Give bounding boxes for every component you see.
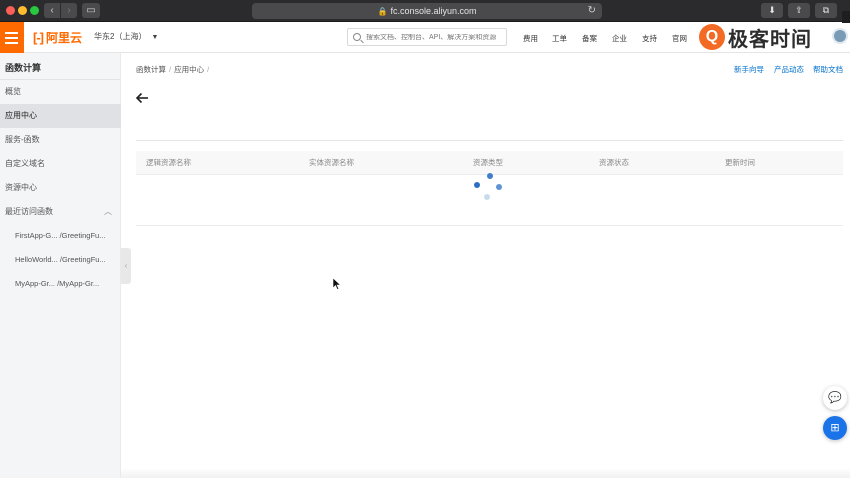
link-getting-started[interactable]: 新手向导 [734,64,764,75]
geektime-watermark: Q 极客时间 [699,23,812,51]
sidebar-icon: ▭ [86,5,96,16]
sidebar: 函数计算 概览 应用中心 服务-函数 自定义域名 资源中心 最近访问函数 ︿ F… [0,53,121,478]
grid-icon: ⊞ [830,422,840,434]
breadcrumb-separator: / [207,65,210,74]
nav-official-site[interactable]: 官网 [672,33,687,44]
nav-fees[interactable]: 费用 [523,33,538,44]
sidebar-recent-item[interactable]: HelloWorld... /GreetingFu... [0,248,121,272]
loading-spinner [474,172,504,202]
search-icon [353,33,361,41]
spinner-dot [484,194,490,200]
sidebar-item-custom-domains[interactable]: 自定义域名 [0,152,121,176]
breadcrumb-item[interactable]: 函数计算 [136,65,166,74]
chevron-up-icon: ︿ [104,207,112,216]
hamburger-icon-line [5,37,18,39]
region-label: 华东2（上海） [94,32,147,41]
close-window-button[interactable] [6,6,15,15]
sidebar-item-services-functions[interactable]: 服务-函数 [0,128,121,152]
nav-support[interactable]: 支持 [642,33,657,44]
chevron-right-icon: › [67,5,71,16]
caret-down-icon: ▼ [151,34,159,41]
url-text: fc.console.aliyun.com [390,6,477,16]
link-product-updates[interactable]: 产品动态 [774,64,804,75]
chevron-left-icon: ‹ [124,261,128,270]
share-icon: ⇪ [795,5,803,15]
sidebar-recent-item[interactable]: MyApp-Gr... /MyApp-Gr... [0,272,121,296]
recent-group-label: 最近访问函数 [5,207,53,216]
watermark-logo-icon: Q [699,24,725,50]
lock-icon: 🔒 [377,7,388,16]
download-icon: ⬇ [768,5,776,15]
aliyun-logo[interactable]: [-] 阿里云 [33,29,82,46]
browser-chrome: ‹ › ▭ 🔒 fc.console.aliyun.com ↻ ⬇ ⇪ ⧉ [0,0,850,22]
sidebar-collapse-handle[interactable]: ‹ [121,248,131,284]
spinner-dot [487,173,493,179]
address-bar[interactable]: 🔒 fc.console.aliyun.com ↻ [252,3,602,19]
nav-enterprise[interactable]: 企业 [612,33,627,44]
avatar[interactable] [832,28,848,44]
maximize-window-button[interactable] [30,6,39,15]
nav-tickets[interactable]: 工单 [552,33,567,44]
column-resource-status: 资源状态 [599,158,629,167]
sidebar-recent-item[interactable]: FirstApp-G... /GreetingFu... [0,224,121,248]
region-selector[interactable]: 华东2（上海） ▼ [94,31,158,42]
search-input[interactable] [366,33,506,41]
breadcrumb-item[interactable]: 应用中心 [174,65,204,74]
breadcrumb-separator: / [169,65,172,74]
link-help-docs[interactable]: 帮助文档 [813,64,843,75]
tabs-overview-button[interactable]: ⧉ [815,3,837,18]
apps-grid-button[interactable]: ⊞ [823,416,847,440]
table-bottom-divider [136,225,843,226]
back-arrow-icon[interactable] [135,91,149,105]
hamburger-icon-line [5,42,18,44]
chevron-left-icon: ‹ [50,5,54,16]
section-divider [136,140,843,141]
sidebar-item-resource-center[interactable]: 资源中心 [0,176,121,200]
breadcrumb: 函数计算 / 应用中心 / [136,64,212,75]
browser-forward-button[interactable]: › [61,3,77,18]
downloads-button[interactable]: ⬇ [761,3,783,18]
search-box[interactable] [347,28,507,46]
column-logical-resource-name: 逻辑资源名称 [146,158,191,167]
console-topbar: [-] 阿里云 华东2（上海） ▼ 费用 工单 备案 企业 支持 官网 Q 极客时… [0,22,850,53]
spinner-dot [496,184,502,190]
tabs-icon: ⧉ [822,5,830,15]
logo-mark: [-] [33,30,44,45]
sidebar-group-recent[interactable]: 最近访问函数 ︿ [0,200,121,224]
chat-icon: 💬 [828,392,842,404]
edge-block [842,11,850,23]
hamburger-icon [5,32,18,34]
sidebar-title: 函数计算 [5,63,42,73]
mouse-pointer-icon [333,278,341,290]
feedback-chat-button[interactable]: 💬 [823,386,847,410]
menu-button[interactable] [0,22,24,53]
minimize-window-button[interactable] [18,6,27,15]
sidebar-item-app-center[interactable]: 应用中心 [0,104,121,128]
reload-icon[interactable]: ↻ [588,3,596,19]
watermark-text: 极客时间 [728,28,812,51]
sidebar-toggle-button[interactable]: ▭ [82,3,100,18]
nav-filing[interactable]: 备案 [582,33,597,44]
column-physical-resource-name: 实体资源名称 [309,158,354,167]
spinner-dot [474,182,480,188]
sidebar-item-overview[interactable]: 概览 [0,80,121,104]
logo-text: 阿里云 [46,31,83,45]
share-button[interactable]: ⇪ [788,3,810,18]
browser-back-button[interactable]: ‹ [44,3,60,18]
bottom-shadow [121,468,850,478]
column-updated-time: 更新时间 [725,158,755,167]
